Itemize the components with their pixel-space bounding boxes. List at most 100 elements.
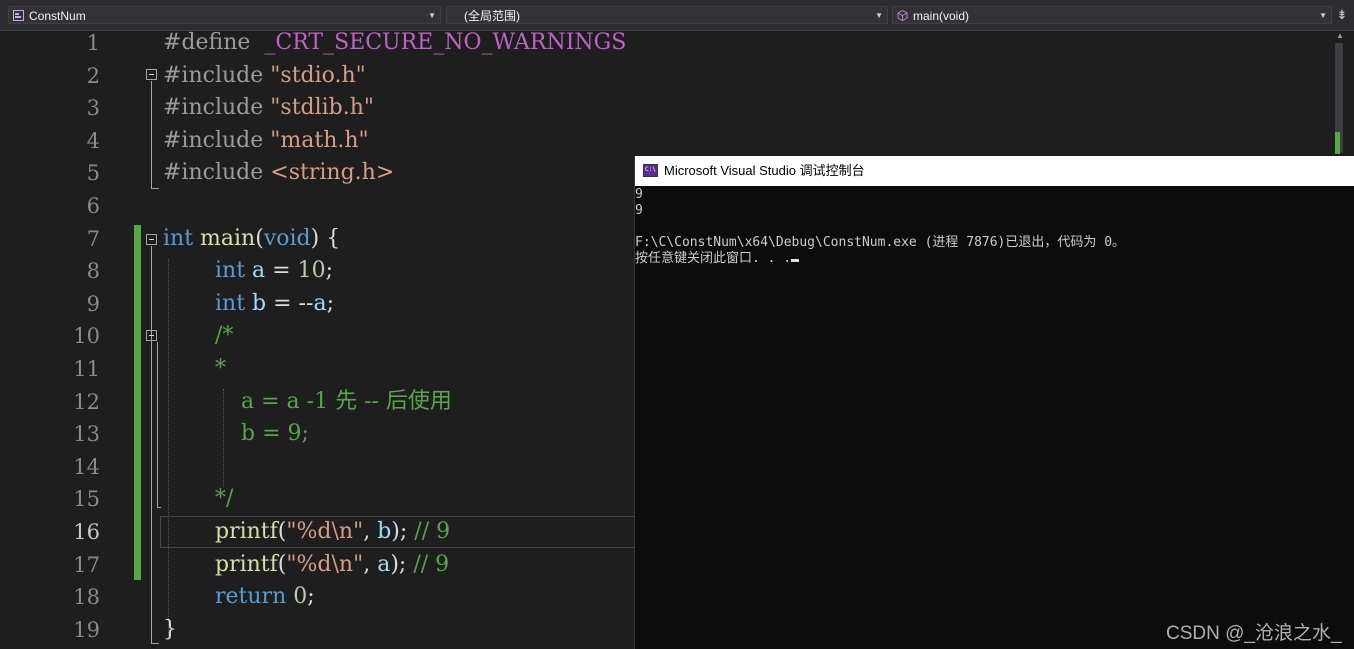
- keyword: void: [263, 225, 311, 251]
- code-line-12[interactable]: a = a -1 先 -- 后使用: [241, 386, 452, 419]
- number-literal: 10: [297, 258, 326, 284]
- operator: =: [265, 258, 298, 284]
- function-call: printf: [215, 519, 278, 544]
- code-line-8[interactable]: int a = 10;: [215, 255, 333, 288]
- project-dropdown[interactable]: ConstNum ▼: [8, 6, 441, 24]
- line-number: 12: [73, 389, 100, 414]
- scope-dropdown[interactable]: (全局范围) ▼: [446, 6, 888, 24]
- collapse-icon[interactable]: [146, 330, 157, 341]
- comment: // 9: [413, 551, 450, 577]
- code-line-9[interactable]: int b = --a;: [215, 288, 334, 321]
- code-line-13[interactable]: b = 9;: [241, 418, 309, 451]
- code-line-3[interactable]: #include "stdlib.h": [163, 92, 374, 125]
- punctuation: ,: [363, 551, 378, 577]
- debug-console-window[interactable]: Microsoft Visual Studio 调试控制台 99 F:\C\Co…: [634, 156, 1354, 649]
- indent-guide: [223, 389, 224, 487]
- variable: a: [313, 290, 327, 316]
- line-number: 10: [73, 324, 100, 349]
- fold-guide-end: [157, 507, 161, 508]
- comment: // 9: [414, 519, 451, 544]
- keyword: return: [215, 584, 287, 610]
- change-tracking-bar: [134, 225, 141, 580]
- text-cursor: [791, 259, 800, 262]
- editor-margin: [0, 31, 36, 649]
- punctuation: ;: [325, 258, 334, 284]
- code-line-18[interactable]: return 0;: [215, 581, 315, 614]
- function-name: main: [200, 225, 256, 251]
- collapse-icon[interactable]: [146, 234, 157, 245]
- chevron-down-icon: ▼: [428, 11, 436, 20]
- line-number: 1: [86, 31, 100, 55]
- string-literal: "%d\n": [286, 551, 364, 577]
- operator: = --: [266, 290, 314, 316]
- code-line-7[interactable]: int main(void) {: [163, 223, 340, 256]
- code-line-17[interactable]: printf("%d\n", a); // 9: [215, 549, 449, 582]
- project-icon: [13, 10, 24, 21]
- number-literal: 0: [293, 584, 308, 610]
- code-line-10[interactable]: /*: [215, 320, 233, 353]
- line-number: 4: [86, 128, 100, 153]
- function-call: printf: [215, 551, 278, 577]
- console-output-line: 9: [635, 187, 643, 202]
- code-line-11[interactable]: *: [215, 353, 226, 386]
- include-file: "stdlib.h": [270, 95, 375, 121]
- include-file: "math.h": [270, 127, 369, 153]
- variable: a: [252, 258, 266, 284]
- line-number: 17: [73, 552, 100, 577]
- line-number: 2: [86, 63, 100, 88]
- watermark: CSDN @_沧浪之水_: [1166, 623, 1342, 644]
- console-prompt-text: 按任意键关闭此窗口. . .: [635, 251, 792, 266]
- console-title: Microsoft Visual Studio 调试控制台: [664, 163, 865, 178]
- fold-guide: [157, 342, 158, 507]
- punctuation: );: [391, 519, 415, 544]
- code-line-1[interactable]: #define _CRT_SECURE_NO_WARNINGS: [163, 27, 626, 60]
- punctuation: (: [255, 225, 264, 251]
- code-line-5[interactable]: #include <string.h>: [163, 157, 394, 190]
- fold-guide-end: [151, 643, 159, 644]
- line-number: 15: [73, 487, 100, 512]
- include-file: "stdio.h": [270, 62, 366, 88]
- fold-guide: [151, 246, 152, 643]
- line-number: 19: [73, 617, 100, 642]
- code-line-4[interactable]: #include "math.h": [163, 125, 369, 158]
- keyword: int: [215, 258, 246, 284]
- line-number: 5: [86, 161, 100, 186]
- macro-name: _CRT_SECURE_NO_WARNINGS: [264, 30, 627, 55]
- fold-guide: [151, 81, 152, 189]
- indent-guide: [168, 259, 169, 639]
- punctuation: ;: [326, 290, 334, 316]
- line-number: 11: [73, 357, 100, 381]
- code-line-16[interactable]: printf("%d\n", b); // 9: [215, 516, 450, 549]
- preprocessor-directive: #include: [163, 62, 264, 88]
- line-number-current: 16: [73, 520, 100, 544]
- chevron-down-icon: ▼: [1319, 11, 1327, 20]
- include-file: <string.h>: [270, 160, 395, 186]
- preprocessor-directive: #define: [163, 30, 251, 55]
- string-literal: "%d\n": [286, 519, 364, 544]
- punctuation: ;: [307, 584, 315, 610]
- keyword: int: [215, 290, 246, 316]
- scope-dropdown-label: (全局范围): [464, 9, 520, 23]
- line-number: 14: [73, 454, 100, 479]
- member-dropdown[interactable]: main(void) ▼: [892, 6, 1332, 24]
- code-line-15[interactable]: */: [215, 483, 233, 516]
- variable: b: [252, 290, 267, 316]
- console-output: 99 F:\C\ConstNum\x64\Debug\ConstNum.exe …: [635, 187, 1125, 267]
- scrollbar-change-marker: [1335, 132, 1340, 154]
- code-line-2[interactable]: #include "stdio.h": [163, 60, 366, 93]
- console-title-bar[interactable]: Microsoft Visual Studio 调试控制台: [635, 156, 1354, 186]
- collapse-icon[interactable]: [146, 69, 157, 80]
- line-number: 18: [73, 585, 100, 610]
- variable: a: [377, 551, 391, 577]
- code-line-19[interactable]: }: [163, 614, 177, 647]
- preprocessor-directive: #include: [163, 160, 264, 186]
- console-output-line: 9: [635, 203, 643, 218]
- console-app-icon: [643, 164, 658, 177]
- console-output-line: 按任意键关闭此窗口. . .: [635, 251, 1125, 267]
- variable: b: [377, 519, 392, 544]
- split-window-icon[interactable]: ⇟: [1334, 6, 1350, 24]
- scroll-up-icon[interactable]: ▲: [1336, 31, 1344, 40]
- line-number: 13: [73, 422, 100, 447]
- line-number: 8: [86, 259, 100, 284]
